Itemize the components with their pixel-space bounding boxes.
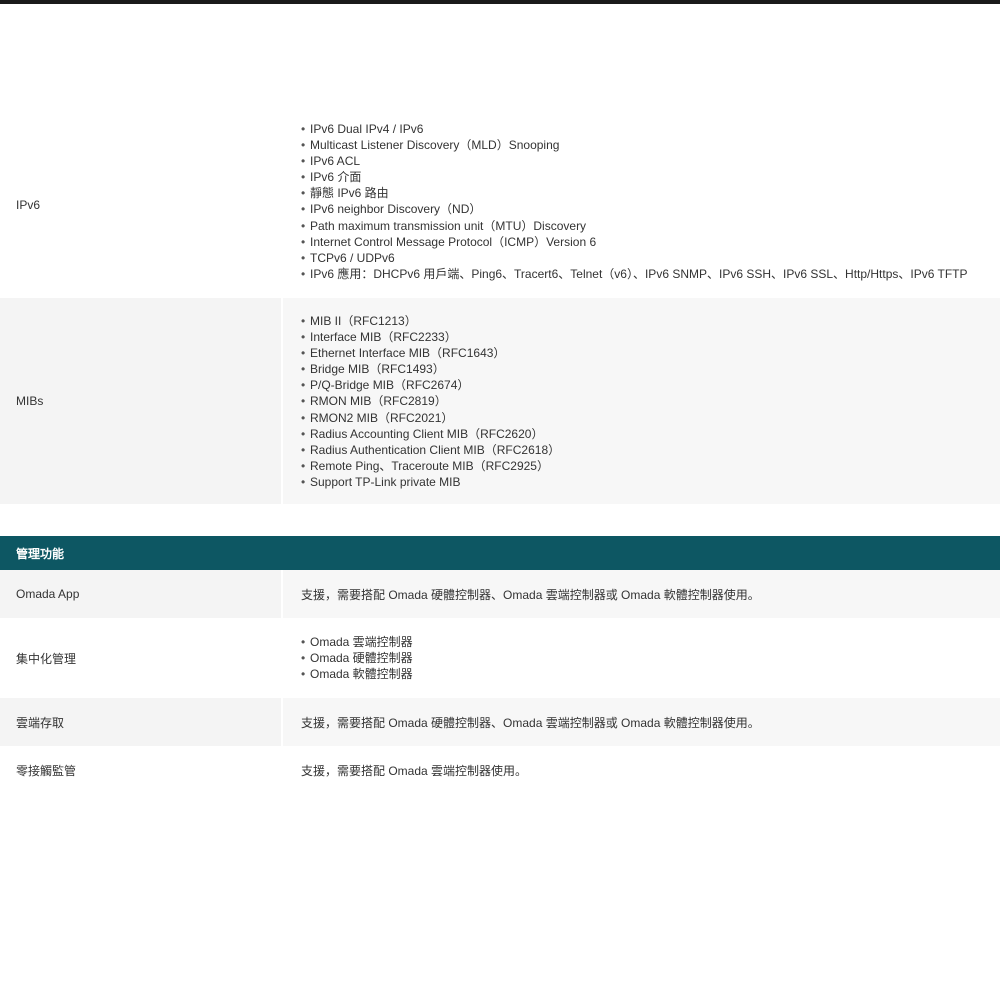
spec-label-text: 雲端存取 [16,715,65,730]
list-item: Radius Authentication Client MIB（RFC2618… [301,442,560,458]
list-item: Omada 硬體控制器 [301,650,413,666]
list-item: Remote Ping、Traceroute MIB（RFC2925） [301,458,560,474]
controller-list: Omada 雲端控制器 Omada 硬體控制器 Omada 軟體控制器 [301,634,413,682]
list-item: TCPv6 / UDPv6 [301,250,968,266]
list-item: Radius Accounting Client MIB（RFC2620） [301,426,560,442]
list-item: IPv6 介面 [301,169,968,185]
spec-label-text: IPv6 [16,198,41,212]
list-item: IPv6 應用：DHCPv6 用戶端、Ping6、Tracert6、Telnet… [301,266,968,282]
spec-label-zero-touch: 零接觸監管 [0,746,281,794]
list-item: Path maximum transmission unit（MTU）Disco… [301,218,968,234]
spec-label-omada-app: Omada App [0,570,281,618]
spec-label-text: Omada App [16,587,80,601]
spec-row-omada-app: Omada App 支援，需要搭配 Omada 硬體控制器、Omada 雲端控制… [0,570,1000,618]
spec-row-zero-touch: 零接觸監管 支援，需要搭配 Omada 雲端控制器使用。 [0,746,1000,794]
spec-value-zero-touch: 支援，需要搭配 Omada 雲端控制器使用。 [283,746,1000,794]
spec-label-centralized-management: 集中化管理 [0,618,281,698]
spec-value-ipv6: IPv6 Dual IPv4 / IPv6 Multicast Listener… [283,112,1000,298]
spec-row-cloud-access: 雲端存取 支援，需要搭配 Omada 硬體控制器、Omada 雲端控制器或 Om… [0,698,1000,746]
list-item: 靜態 IPv6 路由 [301,185,968,201]
list-item: Multicast Listener Discovery（MLD）Snoopin… [301,137,968,153]
spec-value-text: 支援，需要搭配 Omada 硬體控制器、Omada 雲端控制器或 Omada 軟… [301,715,760,730]
section-header-management: 管理功能 [0,536,1000,570]
list-item: Interface MIB（RFC2233） [301,329,560,345]
spec-label-text: 零接觸監管 [16,763,77,778]
spec-label-cloud-access: 雲端存取 [0,698,281,746]
list-item: IPv6 neighbor Discovery（ND） [301,201,968,217]
spec-value-mibs: MIB II（RFC1213） Interface MIB（RFC2233） E… [283,298,1000,504]
list-item: Ethernet Interface MIB（RFC1643） [301,345,560,361]
list-item: RMON MIB（RFC2819） [301,393,560,409]
spec-label-text: 集中化管理 [16,651,77,666]
list-item: MIB II（RFC1213） [301,313,560,329]
list-item: P/Q-Bridge MIB（RFC2674） [301,377,560,393]
mibs-list: MIB II（RFC1213） Interface MIB（RFC2233） E… [301,313,560,490]
list-item: Support TP-Link private MIB [301,474,560,490]
spec-value-text: 支援，需要搭配 Omada 硬體控制器、Omada 雲端控制器或 Omada 軟… [301,587,760,602]
list-item: Omada 雲端控制器 [301,634,413,650]
list-item: Omada 軟體控制器 [301,666,413,682]
spec-value-text: 支援，需要搭配 Omada 雲端控制器使用。 [301,763,528,778]
top-border [0,0,1000,4]
spec-label-mibs: MIBs [0,298,281,504]
spec-value-cloud-access: 支援，需要搭配 Omada 硬體控制器、Omada 雲端控制器或 Omada 軟… [283,698,1000,746]
spec-value-centralized-management: Omada 雲端控制器 Omada 硬體控制器 Omada 軟體控制器 [283,618,1000,698]
section-title: 管理功能 [16,546,65,561]
list-item: IPv6 Dual IPv4 / IPv6 [301,121,968,137]
spec-label-ipv6: IPv6 [0,112,281,298]
spec-row-centralized-management: 集中化管理 Omada 雲端控制器 Omada 硬體控制器 Omada 軟體控制… [0,618,1000,698]
list-item: Bridge MIB（RFC1493） [301,361,560,377]
list-item: RMON2 MIB（RFC2021） [301,410,560,426]
spec-row-ipv6: IPv6 IPv6 Dual IPv4 / IPv6 Multicast Lis… [0,112,1000,298]
list-item: Internet Control Message Protocol（ICMP）V… [301,234,968,250]
spec-page: IPv6 IPv6 Dual IPv4 / IPv6 Multicast Lis… [0,0,1000,1000]
spec-value-omada-app: 支援，需要搭配 Omada 硬體控制器、Omada 雲端控制器或 Omada 軟… [283,570,1000,618]
spec-label-text: MIBs [16,394,44,408]
list-item: IPv6 ACL [301,153,968,169]
spec-row-mibs: MIBs MIB II（RFC1213） Interface MIB（RFC22… [0,298,1000,504]
ipv6-feature-list: IPv6 Dual IPv4 / IPv6 Multicast Listener… [301,121,968,282]
